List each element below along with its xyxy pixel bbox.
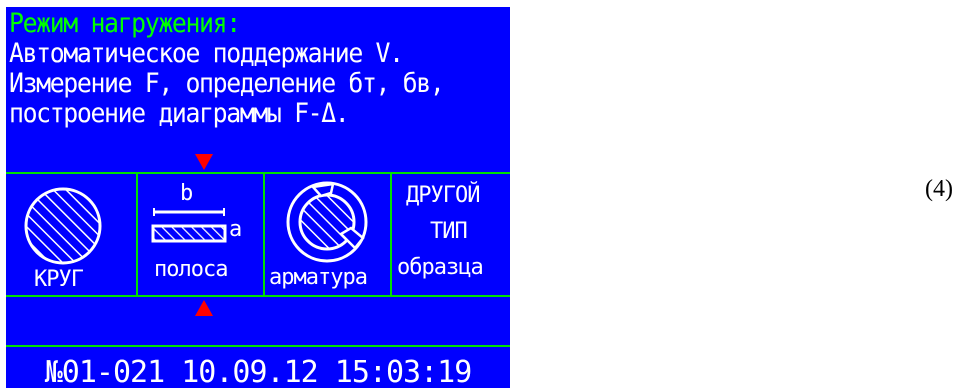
option-rebar[interactable]: арматура — [265, 174, 390, 296]
strip-dimension-b: b — [180, 181, 193, 206]
option-rebar-label: арматура — [269, 265, 368, 290]
option-other-line-2: ТИП — [430, 219, 468, 244]
status-bar: №01-021 10.09.12 15:03:19 — [44, 355, 473, 388]
device-screen: Режим нагружения: Автоматическое поддерж… — [6, 7, 510, 388]
mode-description-line-2: Измерение F, определение бт, бв, — [9, 68, 445, 99]
selection-marker-bottom-icon — [195, 300, 213, 316]
strip-hatched-icon — [151, 208, 227, 243]
rebar-hatched-icon — [286, 181, 368, 263]
option-other-line-3: образца — [397, 255, 484, 280]
mode-description-line-3: построение диаграммы F-Δ. — [9, 98, 350, 129]
selection-marker-top-icon — [195, 154, 213, 170]
option-strip[interactable]: b a полоса — [138, 174, 263, 296]
option-other-type[interactable]: ДРУГОЙ ТИП образца — [392, 174, 510, 296]
grid-divider-footer — [6, 345, 510, 347]
option-circle-label: КРУГ — [34, 267, 84, 292]
option-strip-label: полоса — [154, 257, 228, 282]
equation-number: (4) — [925, 176, 953, 202]
strip-dimension-a: a — [229, 217, 242, 242]
option-other-line-1: ДРУГОЙ — [406, 183, 480, 208]
circle-hatched-icon — [24, 187, 102, 265]
mode-title: Режим нагружения: — [9, 8, 241, 39]
option-circle[interactable]: КРУГ — [6, 174, 136, 296]
mode-description-line-1: Автоматическое поддержание V. — [9, 38, 404, 69]
